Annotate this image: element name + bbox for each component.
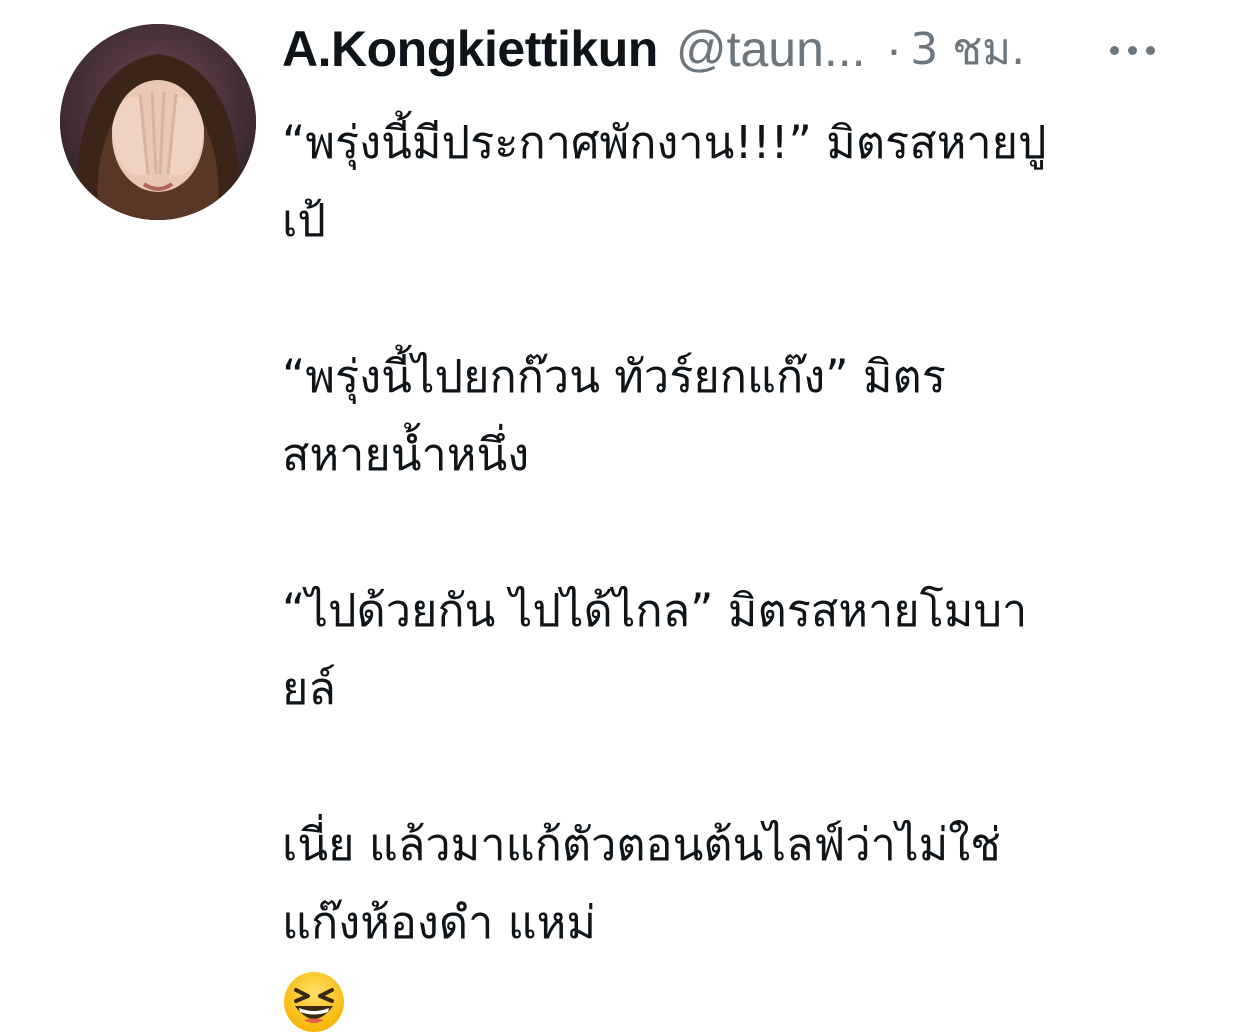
tweet-paragraph: “พรุ่งนี้ไปยกก๊วน ทัวร์ยกแก๊ง” มิตร สหาย… xyxy=(282,338,1202,494)
paragraph-line: “พรุ่งนี้มีประกาศพักงาน!!!” มิตรสหายปู xyxy=(282,116,1047,169)
more-dot xyxy=(1110,46,1119,55)
avatar[interactable] xyxy=(60,24,256,220)
paragraph-line: “ไปด้วยกัน ไปได้ไกล” มิตรสหายโมบา xyxy=(282,584,1028,637)
tweet-paragraph: เนี่ย แล้วมาแก้ตัวตอนต้นไลฟ์ว่าไม่ใช่ แก… xyxy=(282,806,1202,962)
tweet-paragraph: “ไปด้วยกัน ไปได้ไกล” มิตรสหายโมบา ยล์ xyxy=(282,572,1202,728)
paragraph-line: เป้ xyxy=(282,194,326,247)
more-dot xyxy=(1128,46,1137,55)
avatar-image xyxy=(60,24,256,220)
tweet-header: A.Kongkiettikun @taun... · 3 ชม. xyxy=(282,14,1202,84)
author-display-name[interactable]: A.Kongkiettikun xyxy=(282,20,658,78)
paragraph-line: “พรุ่งนี้ไปยกก๊วน ทัวร์ยกแก๊ง” มิตร xyxy=(282,350,946,403)
paragraph-line: เนี่ย แล้วมาแก้ตัวตอนต้นไลฟ์ว่าไม่ใช่ xyxy=(282,818,1001,871)
more-horizontal-icon[interactable] xyxy=(1110,40,1180,60)
tweet[interactable]: A.Kongkiettikun @taun... · 3 ชม. “พรุ่งน… xyxy=(0,0,1242,1032)
more-dot xyxy=(1146,46,1155,55)
separator-dot: · xyxy=(885,21,903,77)
author-handle[interactable]: @taun... xyxy=(676,20,866,78)
tweet-content: A.Kongkiettikun @taun... · 3 ชม. “พรุ่งน… xyxy=(282,14,1202,1034)
tweet-text: “พรุ่งนี้มีประกาศพักงาน!!!” มิตรสหายปู เ… xyxy=(282,104,1202,1034)
paragraph-line: แก๊งห้องดำ แหม่ xyxy=(282,896,597,949)
tweet-timestamp[interactable]: 3 ชม. xyxy=(910,14,1025,84)
paragraph-line: ยล์ xyxy=(282,662,336,715)
paragraph-line: สหายน้ำหนึ่ง xyxy=(282,428,530,481)
grinning-squinting-face-icon xyxy=(284,972,344,1032)
tweet-paragraph: “พรุ่งนี้มีประกาศพักงาน!!!” มิตรสหายปู เ… xyxy=(282,104,1202,260)
